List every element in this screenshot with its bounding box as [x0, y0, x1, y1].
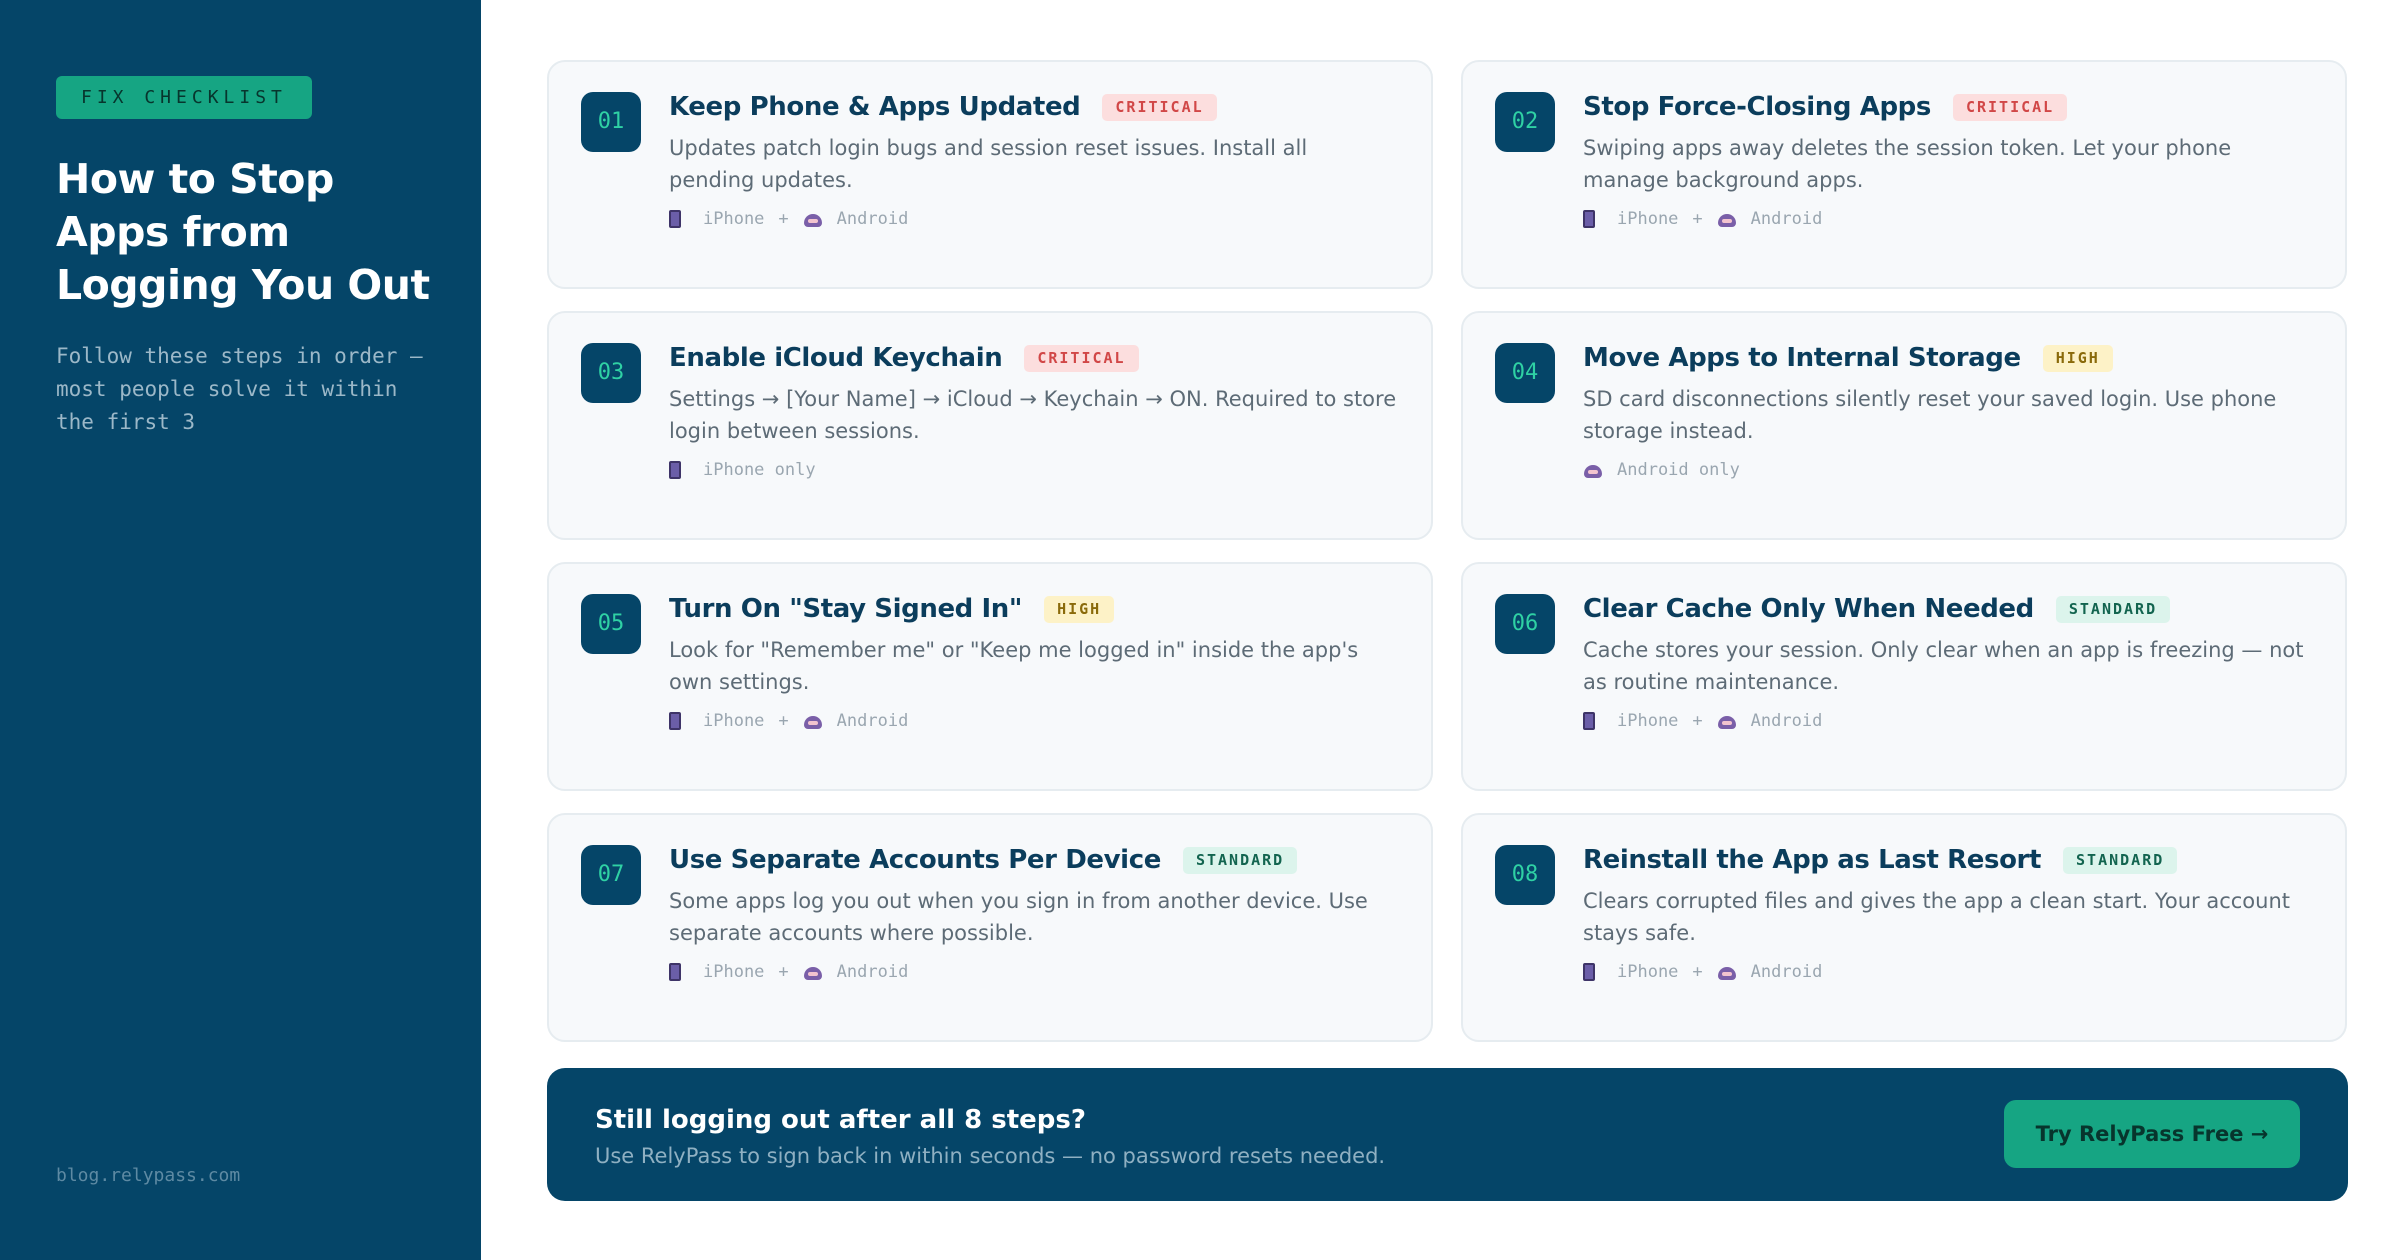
platform-iphone: iPhone [703, 711, 765, 731]
step-card-02: 02 Stop Force-Closing Apps CRITICAL Swip… [1461, 60, 2347, 289]
step-description: SD card disconnections silently reset yo… [1583, 387, 2277, 443]
phone-icon [1583, 712, 1595, 730]
step-card-08: 08 Reinstall the App as Last Resort STAN… [1461, 813, 2347, 1042]
platform-iphone: iPhone [1617, 711, 1679, 731]
android-icon [1717, 211, 1737, 227]
try-relypass-button[interactable]: Try RelyPass Free → [2004, 1100, 2300, 1168]
platforms: iPhone only [669, 460, 816, 480]
priority-badge: HIGH [1044, 595, 1115, 623]
step-title: Reinstall the App as Last Resort [1583, 845, 2042, 875]
platform-separator: + [778, 962, 789, 982]
platform-android: Android [1750, 711, 1823, 731]
step-card-05: 05 Turn On "Stay Signed In" HIGH Look fo… [547, 562, 1433, 791]
platforms: iPhone + Android [669, 962, 908, 982]
page-title: How to Stop Apps from Logging You Out [56, 155, 430, 309]
sidebar: FIX CHECKLIST How to Stop Apps from Logg… [0, 0, 481, 1260]
step-title: Enable iCloud Keychain [669, 343, 1003, 373]
step-description: Updates patch login bugs and session res… [669, 136, 1308, 192]
platforms: iPhone + Android [669, 711, 908, 731]
page-subtitle: Follow these steps in order — most peopl… [56, 344, 423, 434]
step-title: Stop Force-Closing Apps [1583, 92, 1931, 122]
step-card-07: 07 Use Separate Accounts Per Device STAN… [547, 813, 1433, 1042]
site-url: blog.relypass.com [56, 1165, 241, 1186]
step-description: Settings → [Your Name] → iCloud → Keycha… [669, 387, 1397, 443]
step-title: Turn On "Stay Signed In" [669, 594, 1023, 624]
platforms: iPhone + Android [1583, 962, 1822, 982]
platforms: iPhone + Android [669, 209, 908, 229]
step-number: 06 [1495, 594, 1555, 654]
platform-separator: + [778, 711, 789, 731]
phone-icon [669, 963, 681, 981]
platform-separator: + [778, 209, 789, 229]
phone-icon [669, 712, 681, 730]
step-number: 05 [581, 594, 641, 654]
priority-badge: CRITICAL [1024, 344, 1139, 372]
step-title: Clear Cache Only When Needed [1583, 594, 2034, 624]
fix-checklist-badge: FIX CHECKLIST [56, 76, 312, 119]
platform-separator: + [1692, 711, 1703, 731]
android-icon [1583, 462, 1603, 478]
phone-icon [669, 461, 681, 479]
priority-badge: STANDARD [1182, 846, 1298, 874]
cta-title: Still logging out after all 8 steps? [595, 1105, 1086, 1135]
platform-iphone: iPhone [703, 962, 765, 982]
step-description: Some apps log you out when you sign in f… [669, 889, 1368, 945]
platform-separator: + [1692, 962, 1703, 982]
priority-badge: STANDARD [2063, 846, 2178, 874]
platform-android: Android [1750, 209, 1823, 229]
platform-iphone: iPhone [703, 209, 765, 229]
platform-android: Android [1750, 962, 1823, 982]
step-number: 02 [1495, 92, 1555, 152]
platform-android: Android [836, 209, 909, 229]
priority-badge: CRITICAL [1102, 93, 1217, 121]
platforms: iPhone + Android [1583, 209, 1822, 229]
step-card-06: 06 Clear Cache Only When Needed STANDARD… [1461, 562, 2347, 791]
phone-icon [1583, 210, 1595, 228]
step-description: Look for "Remember me" or "Keep me logge… [669, 638, 1359, 694]
platforms: iPhone + Android [1583, 711, 1822, 731]
platform-android: Android [836, 962, 909, 982]
priority-badge: CRITICAL [1952, 93, 2068, 121]
platform-iphone: iPhone only [703, 460, 816, 480]
step-description: Clears corrupted files and gives the app… [1583, 889, 2291, 945]
step-number: 08 [1495, 845, 1555, 905]
platform-iphone: iPhone [1617, 209, 1679, 229]
phone-icon [1583, 963, 1595, 981]
android-icon [803, 211, 823, 227]
platform-android: Android [836, 711, 909, 731]
step-card-03: 03 Enable iCloud Keychain CRITICAL Setti… [547, 311, 1433, 540]
cta-banner: Still logging out after all 8 steps? Use… [547, 1068, 2348, 1201]
platform-separator: + [1692, 209, 1703, 229]
priority-badge: STANDARD [2055, 595, 2171, 623]
android-icon [1717, 713, 1737, 729]
step-title: Use Separate Accounts Per Device [669, 845, 1161, 875]
platforms: Android only [1583, 460, 1740, 480]
platform-iphone: iPhone [1617, 962, 1679, 982]
step-description: Swiping apps away deletes the session to… [1583, 136, 2232, 192]
step-card-01: 01 Keep Phone & Apps Updated CRITICAL Up… [547, 60, 1433, 289]
step-number: 01 [581, 92, 641, 152]
step-title: Keep Phone & Apps Updated [669, 92, 1081, 122]
android-icon [1717, 964, 1737, 980]
android-icon [803, 713, 823, 729]
step-number: 03 [581, 343, 641, 403]
step-card-04: 04 Move Apps to Internal Storage HIGH SD… [1461, 311, 2347, 540]
priority-badge: HIGH [2042, 344, 2113, 372]
step-number: 04 [1495, 343, 1555, 403]
platform-android: Android only [1617, 460, 1740, 480]
step-title: Move Apps to Internal Storage [1583, 343, 2021, 373]
cta-subtitle: Use RelyPass to sign back in within seco… [595, 1144, 1386, 1168]
step-description: Cache stores your session. Only clear wh… [1583, 638, 2304, 694]
android-icon [803, 964, 823, 980]
phone-icon [669, 210, 681, 228]
step-number: 07 [581, 845, 641, 905]
